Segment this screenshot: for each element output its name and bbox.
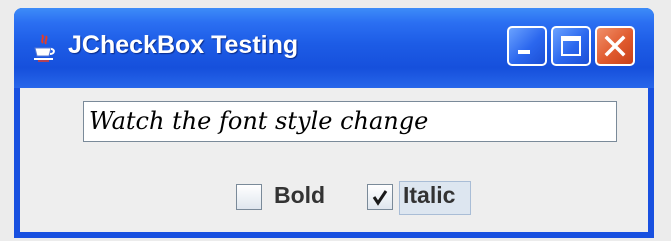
title-bar[interactable]: JCheckBox Testing bbox=[14, 8, 654, 88]
maximize-button[interactable] bbox=[551, 26, 591, 66]
bold-checkbox-label: Bold bbox=[274, 182, 326, 208]
window-title: JCheckBox Testing bbox=[68, 31, 299, 59]
content-pane: Watch the font style change Bold Italic bbox=[20, 88, 648, 232]
italic-checkbox-label: Italic bbox=[403, 182, 456, 208]
minimize-icon bbox=[518, 50, 530, 54]
bold-checkbox[interactable]: Bold bbox=[236, 181, 346, 215]
close-icon bbox=[604, 35, 626, 57]
italic-checkbox-box[interactable] bbox=[367, 184, 393, 210]
font-style-text-field[interactable]: Watch the font style change bbox=[83, 101, 617, 142]
close-button[interactable] bbox=[595, 26, 635, 66]
app-window: JCheckBox Testing Watch the font style c… bbox=[14, 8, 654, 238]
italic-checkbox[interactable]: Italic bbox=[367, 181, 479, 215]
java-cup-icon bbox=[34, 34, 55, 62]
bold-checkbox-box[interactable] bbox=[236, 184, 262, 210]
checkmark-icon bbox=[372, 190, 388, 206]
maximize-icon bbox=[561, 36, 581, 56]
minimize-button[interactable] bbox=[507, 26, 547, 66]
